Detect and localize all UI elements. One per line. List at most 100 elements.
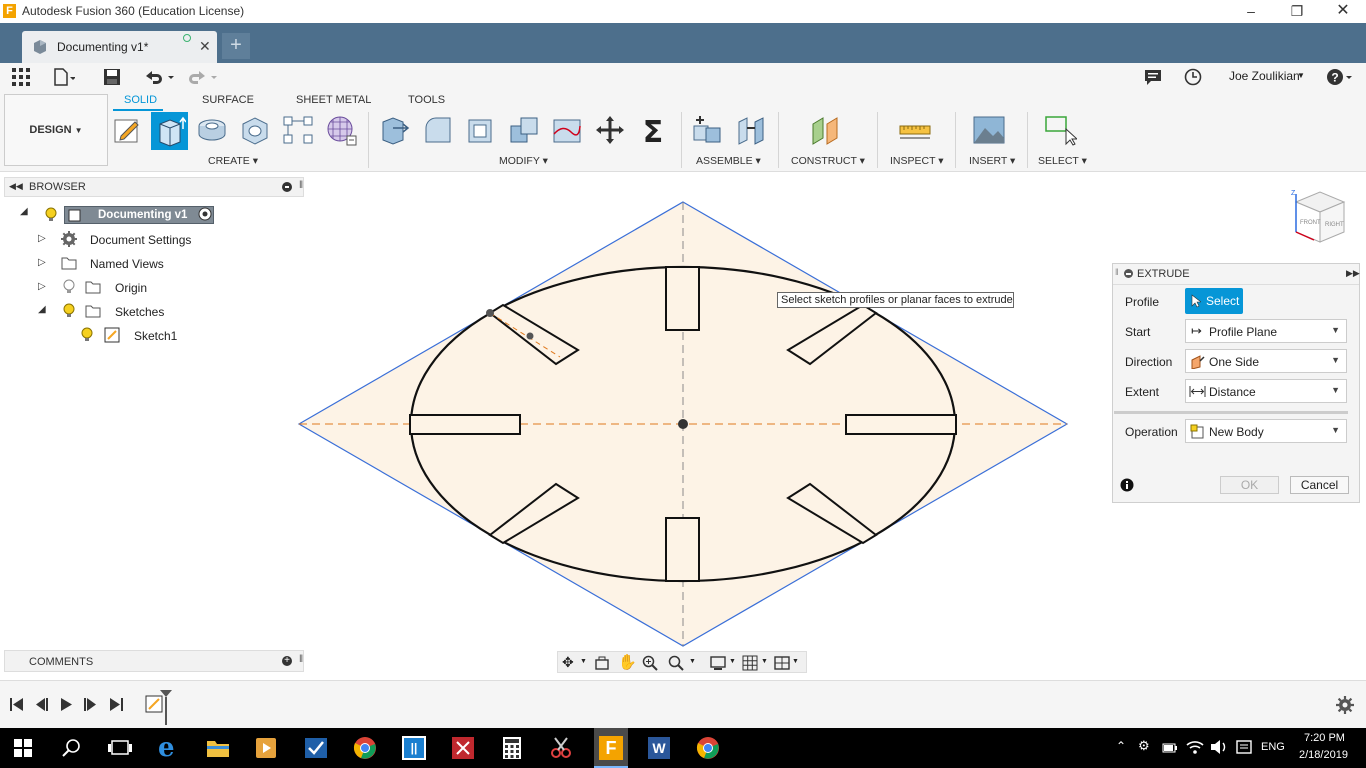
restore-button[interactable]: ❐ xyxy=(1274,0,1320,23)
tab-tools[interactable]: TOOLS xyxy=(408,94,445,106)
todo-app-icon[interactable] xyxy=(304,736,328,760)
tree-item-named-views[interactable]: Named Views xyxy=(90,257,164,271)
tab-sheet-metal[interactable]: SHEET METAL xyxy=(296,94,371,106)
press-pull-icon[interactable] xyxy=(379,114,411,146)
tree-item-document-settings[interactable]: Document Settings xyxy=(90,233,191,247)
viewcube[interactable]: Z FRONT RIGHT xyxy=(1288,186,1352,250)
joint-icon[interactable] xyxy=(735,114,767,146)
taskbar-time[interactable]: 7:20 PM xyxy=(1304,732,1345,744)
offset-plane-icon[interactable] xyxy=(810,114,842,146)
visibility-bulb-icon[interactable] xyxy=(62,303,76,319)
dialog-expand-icon[interactable]: ▶▶ xyxy=(1346,268,1360,279)
close-tab-icon[interactable]: ✕ xyxy=(199,38,211,55)
file-menu-icon[interactable] xyxy=(53,68,75,86)
redo-icon[interactable] xyxy=(188,68,222,86)
fusion-taskbar-button[interactable]: F xyxy=(594,728,628,768)
grid-caret-icon[interactable]: ▼ xyxy=(761,658,768,665)
viewports-icon[interactable] xyxy=(774,655,790,671)
comments-pin-handle[interactable]: ‖ xyxy=(299,654,303,665)
construct-group-label[interactable]: CONSTRUCT ▾ xyxy=(791,155,865,167)
profile-select-button[interactable]: Select xyxy=(1185,288,1243,314)
start-dropdown[interactable]: ↦ Profile Plane ▼ xyxy=(1185,319,1347,343)
minimize-button[interactable]: – xyxy=(1228,0,1274,23)
info-icon[interactable] xyxy=(1120,478,1134,492)
tree-item-origin[interactable]: Origin xyxy=(115,281,147,295)
dialog-drag-handle[interactable]: ‖ xyxy=(1115,267,1119,277)
tab-solid[interactable]: SOLID xyxy=(124,94,157,106)
create-sketch-icon[interactable] xyxy=(111,114,143,146)
expand-root-icon[interactable]: ◢ xyxy=(20,206,36,222)
assemble-group-label[interactable]: ASSEMBLE ▾ xyxy=(696,155,761,167)
fillet-icon[interactable] xyxy=(422,114,454,146)
show-hidden-icons-chevron-icon[interactable]: ⌃ xyxy=(1116,739,1126,753)
fit-zoom-icon[interactable] xyxy=(668,655,684,671)
windows-start-icon[interactable] xyxy=(14,739,32,757)
ok-button[interactable]: OK xyxy=(1220,476,1279,494)
insert-group-label[interactable]: INSERT ▾ xyxy=(969,155,1015,167)
expand-named-views-icon[interactable]: ▷ xyxy=(38,257,46,268)
collapse-panel-icon[interactable]: ◀◀ xyxy=(9,181,23,192)
display-caret-icon[interactable]: ▼ xyxy=(729,658,736,665)
chrome-browser-icon[interactable] xyxy=(353,736,377,760)
play-icon[interactable] xyxy=(59,697,75,712)
orbit-caret-icon[interactable]: ▼ xyxy=(580,658,587,665)
extrude-tool-active[interactable] xyxy=(151,112,188,150)
zoom-caret-icon[interactable]: ▼ xyxy=(689,658,696,665)
input-language-indicator[interactable]: ENG xyxy=(1261,741,1285,753)
add-comment-button[interactable]: + xyxy=(282,656,292,666)
sketch-point[interactable] xyxy=(486,309,494,317)
close-window-button[interactable]: ✕ xyxy=(1320,0,1366,23)
origin-point[interactable] xyxy=(678,419,688,429)
collapse-sketches-icon[interactable]: ◢ xyxy=(38,304,46,315)
select-group-label[interactable]: SELECT ▾ xyxy=(1038,155,1087,167)
orbit-icon[interactable]: ✥ xyxy=(562,654,574,671)
network-device-icon[interactable]: ⚙ xyxy=(1138,738,1150,754)
shell-icon[interactable] xyxy=(465,114,497,146)
revolve-icon[interactable] xyxy=(196,114,228,146)
inspect-group-label[interactable]: INSPECT ▾ xyxy=(890,155,944,167)
step-back-icon[interactable] xyxy=(34,697,50,712)
app-grid-icon[interactable] xyxy=(12,68,30,86)
new-tab-button[interactable]: + xyxy=(222,33,250,59)
zoom-icon[interactable] xyxy=(642,655,658,671)
root-component-row[interactable]: Documenting v1 xyxy=(64,206,214,224)
form-icon[interactable] xyxy=(325,114,357,146)
wifi-icon[interactable] xyxy=(1186,739,1204,755)
viewports-caret-icon[interactable]: ▼ xyxy=(792,658,799,665)
save-icon[interactable] xyxy=(103,68,121,86)
task-view-icon[interactable] xyxy=(108,738,132,758)
combine-icon[interactable] xyxy=(508,114,540,146)
chrome-browser-icon[interactable] xyxy=(696,736,720,760)
insert-image-icon[interactable] xyxy=(973,114,1005,146)
file-explorer-icon[interactable] xyxy=(206,736,230,760)
hole-icon[interactable] xyxy=(239,114,271,146)
new-component-icon[interactable] xyxy=(691,114,723,146)
document-tab[interactable]: Documenting v1* ✕ xyxy=(22,31,217,63)
media-app-icon[interactable] xyxy=(254,736,278,760)
expand-document-settings-icon[interactable]: ▷ xyxy=(38,233,46,244)
visibility-bulb-icon[interactable] xyxy=(44,207,58,223)
battery-icon[interactable] xyxy=(1162,740,1178,756)
workspace-switcher[interactable]: DESIGN ▼ xyxy=(4,94,108,166)
direction-dropdown[interactable]: One Side ▼ xyxy=(1185,349,1347,373)
display-settings-icon[interactable] xyxy=(710,655,726,671)
search-icon[interactable] xyxy=(62,738,82,758)
comments-icon[interactable] xyxy=(1144,68,1162,86)
select-window-icon[interactable] xyxy=(1045,114,1077,146)
create-group-label[interactable]: CREATE ▾ xyxy=(208,155,258,167)
step-forward-icon[interactable] xyxy=(83,697,99,712)
activate-radio-icon[interactable] xyxy=(198,207,212,221)
sketch-point[interactable] xyxy=(526,332,534,340)
help-icon[interactable]: ? xyxy=(1326,68,1354,86)
volume-icon[interactable] xyxy=(1210,739,1228,755)
tab-surface[interactable]: SURFACE xyxy=(202,94,254,106)
split-body-icon[interactable] xyxy=(551,114,583,146)
measure-ruler-icon[interactable] xyxy=(899,114,931,146)
calculator-icon[interactable] xyxy=(500,736,524,760)
operation-dropdown[interactable]: New Body ▼ xyxy=(1185,419,1347,443)
word-app-icon[interactable]: W xyxy=(647,736,671,760)
taskbar-date[interactable]: 2/18/2019 xyxy=(1299,749,1348,761)
browser-pin-handle[interactable]: ‖ xyxy=(299,180,303,191)
cancel-button[interactable]: Cancel xyxy=(1290,476,1349,494)
parameters-sigma-icon[interactable]: Σ xyxy=(637,114,669,146)
